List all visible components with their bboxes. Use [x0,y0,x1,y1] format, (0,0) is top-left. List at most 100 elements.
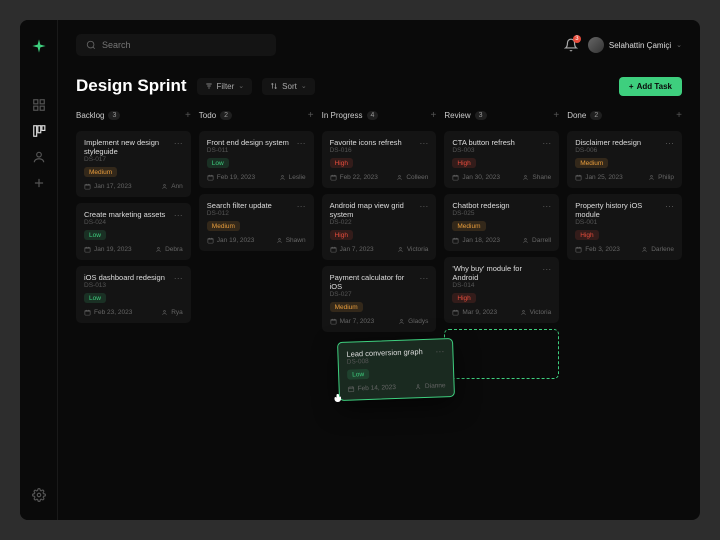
priority-badge: Medium [84,167,117,177]
sort-icon [270,82,278,90]
filter-button[interactable]: Filter ⌄ [197,78,253,95]
column-title: Done [567,111,586,120]
card-menu-icon[interactable]: ⋯ [297,138,306,149]
nav-dashboard-icon[interactable] [32,98,46,112]
card-id: DS-014 [452,282,538,289]
chevron-down-icon: ⌄ [676,41,682,49]
card-menu-icon[interactable]: ⋯ [665,201,674,212]
card-assignee: Victoria [397,246,429,253]
task-card[interactable]: Chatbot redesign DS-025 ⋯ Medium Jan 18,… [444,194,559,251]
card-date: Feb 23, 2023 [84,309,132,316]
card-menu-icon[interactable]: ⋯ [297,201,306,212]
column-add-button[interactable]: + [676,110,682,121]
column-add-button[interactable]: + [431,110,437,121]
card-date: Feb 3, 2023 [575,246,620,253]
drop-zone[interactable] [444,329,559,379]
priority-badge: Low [84,293,106,303]
user-menu[interactable]: Selahattin Çamiçi ⌄ [588,37,682,53]
card-title: Implement new design styleguide [84,138,170,156]
column-title: Todo [199,111,216,120]
priority-badge: Medium [452,221,485,231]
topbar-right: 3 Selahattin Çamiçi ⌄ [564,37,682,53]
priority-badge: Low [347,369,369,380]
card-date: Mar 9, 2023 [452,309,497,316]
card-menu-icon[interactable]: ⋯ [174,273,183,284]
card-assignee: Shawn [276,237,306,244]
task-card[interactable]: Search filter update DS-012 ⋯ Medium Jan… [199,194,314,251]
card-menu-icon[interactable]: ⋯ [435,346,444,357]
priority-badge: Medium [330,302,363,312]
card-date: Feb 19, 2023 [207,174,255,181]
column-count: 3 [108,111,120,120]
card-id: DS-003 [452,147,538,154]
column-count: 3 [475,111,487,120]
add-task-label: Add Task [637,82,672,91]
task-card[interactable]: Favorite icons refresh DS-016 ⋯ High Feb… [322,131,437,188]
card-title: Payment calculator for iOS [330,273,416,291]
page-title: Design Sprint [76,76,187,96]
cursor-icon [332,392,344,404]
task-card[interactable]: 'Why buy' module for Android DS-014 ⋯ Hi… [444,257,559,323]
card-menu-icon[interactable]: ⋯ [542,201,551,212]
notifications-button[interactable]: 3 [564,38,578,52]
column-review: Review 3 + CTA button refresh DS-003 ⋯ H… [444,106,559,502]
card-menu-icon[interactable]: ⋯ [174,138,183,149]
priority-badge: High [452,158,475,168]
card-menu-icon[interactable]: ⋯ [542,138,551,149]
card-id: DS-025 [452,210,538,217]
card-date: Jan 17, 2023 [84,183,132,190]
card-menu-icon[interactable]: ⋯ [419,273,428,284]
nav-plus-icon[interactable] [32,176,46,190]
task-card[interactable]: Front end design system DS-011 ⋯ Low Feb… [199,131,314,188]
nav-people-icon[interactable] [32,150,46,164]
task-card[interactable]: Property history iOS module DS-001 ⋯ Hig… [567,194,682,260]
card-assignee: Colleen [396,174,428,181]
main-area: 3 Selahattin Çamiçi ⌄ Design Sprint Filt… [58,20,700,520]
card-id: DS-022 [330,219,416,226]
card-date: Jan 30, 2023 [452,174,500,181]
chevron-down-icon: ⌄ [301,82,307,90]
card-menu-icon[interactable]: ⋯ [665,138,674,149]
search-input[interactable] [102,40,266,50]
card-date: Jan 18, 2023 [452,237,500,244]
card-id: DS-013 [84,282,170,289]
settings-icon[interactable] [32,488,46,502]
task-card[interactable]: Lead conversion graph DS-008 ⋯ Low Feb 1… [337,338,455,401]
card-menu-icon[interactable]: ⋯ [174,210,183,221]
task-card[interactable]: Payment calculator for iOS DS-027 ⋯ Medi… [322,266,437,332]
search-box[interactable] [76,34,276,56]
card-id: DS-027 [330,291,416,298]
card-assignee: Dianne [415,382,446,390]
task-card[interactable]: Create marketing assets DS-024 ⋯ Low Jan… [76,203,191,260]
card-id: DS-011 [207,147,293,154]
card-assignee: Victoria [520,309,552,316]
card-assignee: Rya [161,309,183,316]
sort-label: Sort [282,82,297,91]
task-card[interactable]: Implement new design styleguide DS-017 ⋯… [76,131,191,197]
card-menu-icon[interactable]: ⋯ [419,201,428,212]
app-window: 3 Selahattin Çamiçi ⌄ Design Sprint Filt… [20,20,700,520]
username: Selahattin Çamiçi [609,41,671,50]
task-card[interactable]: CTA button refresh DS-003 ⋯ High Jan 30,… [444,131,559,188]
column-add-button[interactable]: + [308,110,314,121]
sort-button[interactable]: Sort ⌄ [262,78,315,95]
card-title: iOS dashboard redesign [84,273,170,282]
task-card[interactable]: iOS dashboard redesign DS-013 ⋯ Low Feb … [76,266,191,323]
card-title: Property history iOS module [575,201,661,219]
column-add-button[interactable]: + [185,110,191,121]
card-menu-icon[interactable]: ⋯ [542,264,551,275]
filter-icon [205,82,213,90]
card-assignee: Debra [155,246,183,253]
nav-board-icon[interactable] [32,124,46,138]
logo-icon [31,38,47,54]
priority-badge: Low [84,230,106,240]
filter-label: Filter [217,82,235,91]
task-card[interactable]: Android map view grid system DS-022 ⋯ Hi… [322,194,437,260]
add-task-button[interactable]: + Add Task [619,77,682,96]
card-title: Create marketing assets [84,210,170,219]
card-menu-icon[interactable]: ⋯ [419,138,428,149]
task-card[interactable]: Disclaimer redesign DS-006 ⋯ Medium Jan … [567,131,682,188]
column-inprogress: In Progress 4 + Favorite icons refresh D… [322,106,437,502]
column-count: 4 [367,111,379,120]
column-add-button[interactable]: + [553,110,559,121]
